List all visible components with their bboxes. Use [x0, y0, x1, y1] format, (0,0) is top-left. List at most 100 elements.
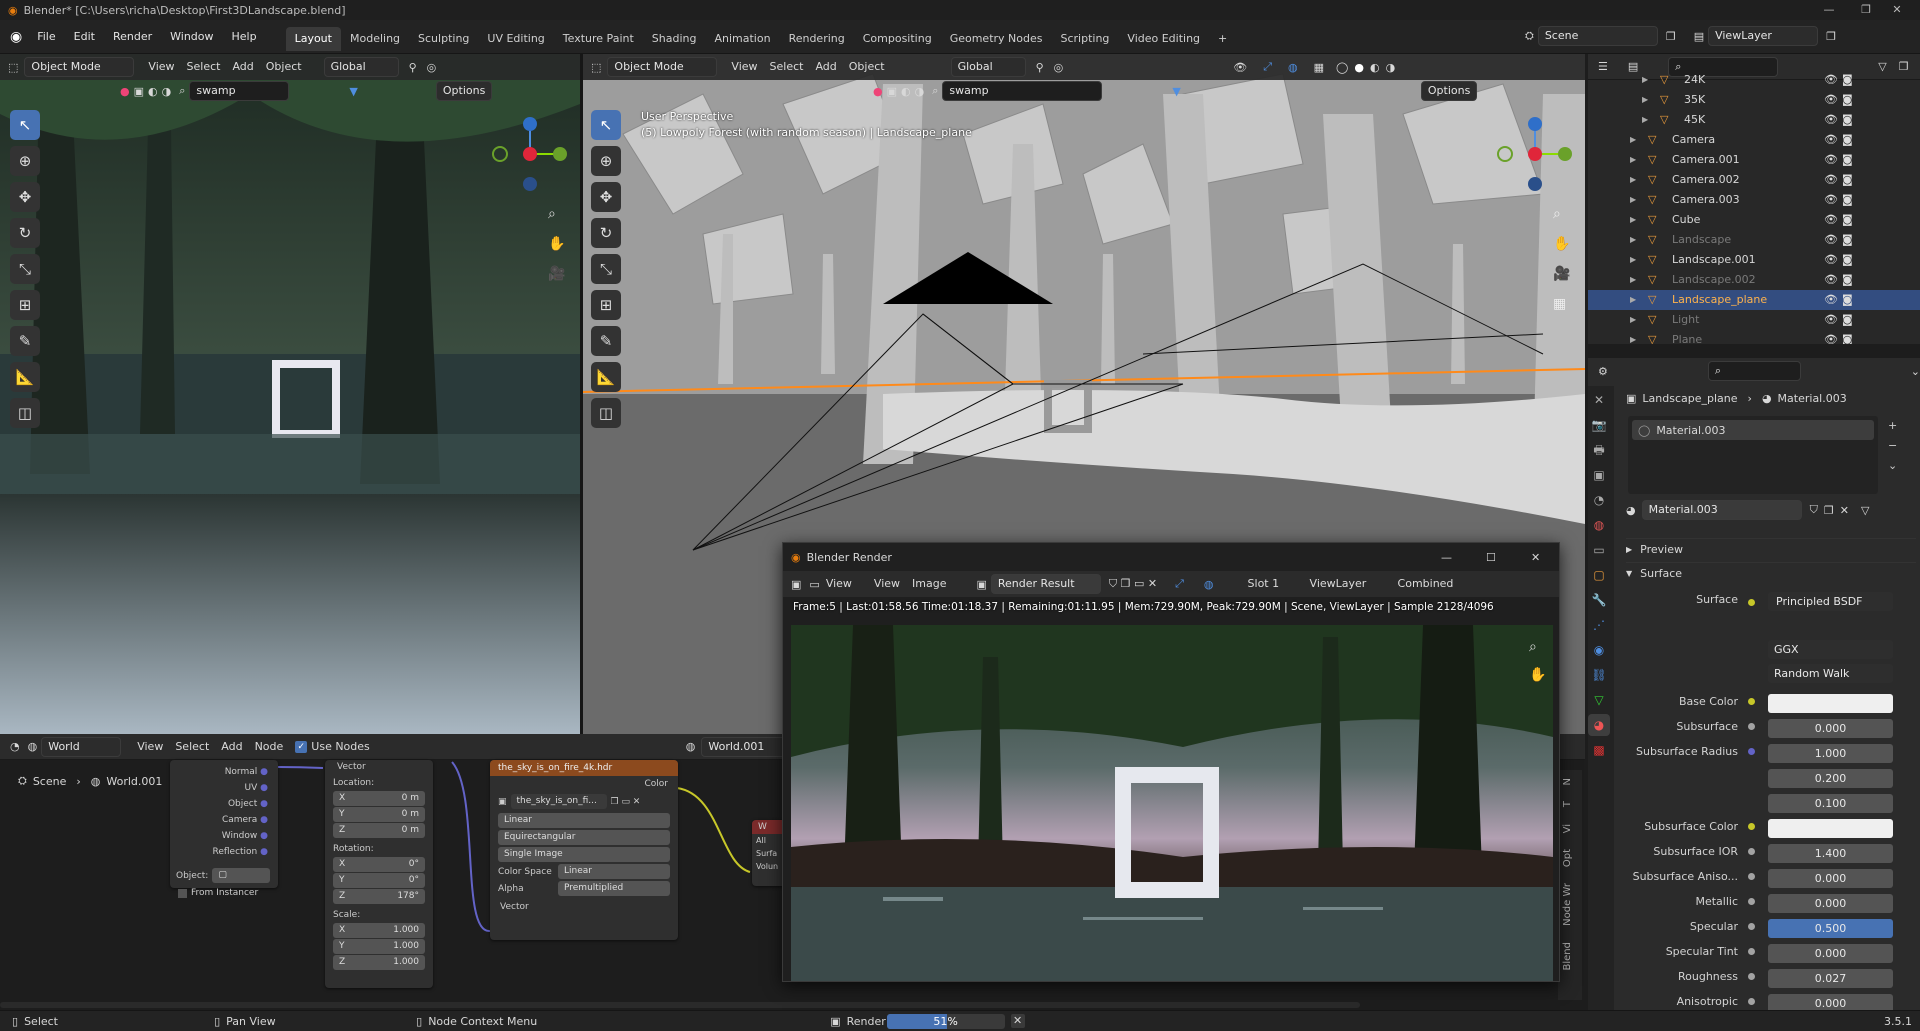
- render-pass-selector[interactable]: Combined: [1392, 574, 1460, 594]
- outliner-row[interactable]: ▶ ▽ Landscape.001 👁 ◙: [1588, 250, 1920, 270]
- menu-view[interactable]: View: [142, 57, 180, 77]
- view-layer-tab-icon[interactable]: ▣: [1588, 464, 1610, 486]
- shading-wire-icon[interactable]: ▣: [887, 85, 897, 98]
- expand-arrow-icon[interactable]: ▶: [1630, 310, 1636, 330]
- outliner-item-name[interactable]: Light: [1672, 310, 1699, 330]
- outliner-item-name[interactable]: Cube: [1672, 210, 1700, 230]
- render-close-button[interactable]: ✕: [1531, 551, 1540, 564]
- socket-icon[interactable]: ●: [260, 799, 268, 809]
- render-visibility-icon[interactable]: ◙: [1842, 130, 1853, 150]
- socket-icon[interactable]: [1748, 723, 1755, 730]
- outliner-item-name[interactable]: Plane: [1672, 330, 1702, 344]
- add-cube-tool-icon[interactable]: ◫: [591, 398, 621, 428]
- outliner-row[interactable]: ▶ ▽ Plane 👁 ◙: [1588, 330, 1920, 344]
- material-slots-list[interactable]: ◯ Material.003: [1628, 416, 1878, 494]
- rotate-tool-icon[interactable]: ↻: [591, 218, 621, 248]
- socket-icon[interactable]: [1748, 923, 1755, 930]
- expand-arrow-icon[interactable]: ▶: [1630, 130, 1636, 150]
- mapping-scl-field[interactable]: Y 1.000: [333, 939, 425, 954]
- expand-arrow-icon[interactable]: ▶: [1642, 110, 1648, 130]
- filter-icon[interactable]: ▼: [349, 85, 357, 98]
- eye-visibility-icon[interactable]: 👁: [1824, 110, 1838, 130]
- render-visibility-icon[interactable]: ◙: [1842, 170, 1853, 190]
- shading-wire-icon[interactable]: ◯: [1336, 61, 1348, 74]
- eye-visibility-icon[interactable]: 👁: [1824, 150, 1838, 170]
- scene-tab-icon[interactable]: ◔: [1588, 489, 1610, 511]
- texcoord-output-socket[interactable]: Reflection ●: [212, 844, 268, 860]
- measure-tool-icon[interactable]: 📐: [10, 362, 40, 392]
- proportional-icon[interactable]: ◎: [1054, 61, 1064, 74]
- texcoord-output-socket[interactable]: UV ●: [212, 780, 268, 796]
- zoom-icon[interactable]: ⌕: [1529, 633, 1546, 661]
- node-editor-hscrollbar[interactable]: [0, 1002, 1360, 1008]
- eye-visibility-icon[interactable]: 👁: [1824, 190, 1838, 210]
- blender-menu-icon[interactable]: ◉: [0, 29, 28, 45]
- tab-rendering[interactable]: Rendering: [780, 27, 854, 51]
- orientation-selector[interactable]: Global: [950, 57, 1026, 77]
- eye-visibility-icon[interactable]: 👁: [1824, 310, 1838, 330]
- socket-icon[interactable]: ●: [260, 831, 268, 841]
- viewlayer-selector[interactable]: ViewLayer: [1708, 26, 1819, 46]
- render-visibility-icon[interactable]: ◙: [1842, 290, 1853, 310]
- ortho-grid-icon[interactable]: ▦: [1553, 289, 1570, 319]
- menu-file[interactable]: File: [28, 20, 64, 54]
- property-value[interactable]: 1.400: [1768, 844, 1893, 863]
- collection-tab-icon[interactable]: ▭: [1588, 539, 1610, 561]
- outliner-row[interactable]: ▶ ▽ 35K 👁 ◙: [1588, 90, 1920, 110]
- shading-solid-icon[interactable]: ●: [1354, 61, 1364, 74]
- tab-shading[interactable]: Shading: [643, 27, 706, 51]
- outliner-row[interactable]: ▶ ▽ Camera.002 👁 ◙: [1588, 170, 1920, 190]
- add-cube-tool-icon[interactable]: ◫: [10, 398, 40, 428]
- env-node-title[interactable]: the_sky_is_on_fire_4k.hdr: [490, 760, 678, 776]
- tab-uv-editing[interactable]: UV Editing: [478, 27, 553, 51]
- world-tab-icon[interactable]: ◍: [1588, 514, 1610, 536]
- property-value[interactable]: 0.500: [1768, 919, 1893, 938]
- eye-visibility-icon[interactable]: 👁: [1824, 70, 1838, 90]
- tab-sculpting[interactable]: Sculpting: [409, 27, 478, 51]
- tab-modeling[interactable]: Modeling: [341, 27, 409, 51]
- shading-material-icon[interactable]: ◐: [901, 85, 911, 98]
- eye-visibility-icon[interactable]: 👁: [1824, 290, 1838, 310]
- expand-arrow-icon[interactable]: ▶: [1630, 190, 1636, 210]
- object-mode-selector[interactable]: Object Mode: [24, 57, 135, 77]
- socket-icon[interactable]: [1748, 848, 1755, 855]
- mapping-loc-field[interactable]: Y 0 m: [333, 807, 425, 822]
- shading-color-icon[interactable]: ●: [873, 85, 883, 98]
- surface-shader-selector[interactable]: Principled BSDF: [1768, 592, 1893, 611]
- socket-icon[interactable]: [1748, 748, 1755, 755]
- menu-image[interactable]: Image: [906, 574, 952, 594]
- mapping-node[interactable]: Vector Location: X0 mY0 mZ0 m Rotation: …: [325, 760, 433, 988]
- outliner-item-name[interactable]: Landscape: [1672, 230, 1731, 250]
- remove-slot-button[interactable]: −: [1888, 436, 1897, 456]
- expand-arrow-icon[interactable]: ▶: [1630, 150, 1636, 170]
- property-value[interactable]: 0.000: [1768, 869, 1893, 888]
- socket-icon[interactable]: [1748, 898, 1755, 905]
- expand-arrow-icon[interactable]: ▶: [1630, 210, 1636, 230]
- view-mode-icon[interactable]: ▭: [809, 578, 819, 591]
- image-browse-icon[interactable]: ▣: [976, 578, 986, 591]
- texcoord-output-socket[interactable]: Object ●: [212, 796, 268, 812]
- outliner-row[interactable]: ▶ ▽ Cube 👁 ◙: [1588, 210, 1920, 230]
- socket-icon[interactable]: [1748, 998, 1755, 1005]
- tool-tab-icon[interactable]: ✕: [1588, 389, 1610, 411]
- render-canvas[interactable]: Frame:5 | Last:01:58.56 Time:01:18.37 | …: [783, 597, 1559, 981]
- mapping-loc-field[interactable]: X 0 m: [333, 791, 425, 806]
- move-tool-icon[interactable]: ✥: [10, 182, 40, 212]
- overlay-toggle-icon[interactable]: ◍: [1204, 578, 1214, 591]
- gizmo-toggle-icon[interactable]: ⤢: [1175, 577, 1184, 591]
- navigation-gizmo[interactable]: [490, 114, 570, 194]
- menu-object[interactable]: Object: [260, 57, 308, 77]
- object-mode-selector[interactable]: Object Mode: [607, 57, 718, 77]
- material-link-icon[interactable]: ▽: [1861, 504, 1869, 517]
- eye-visibility-icon[interactable]: 👁: [1824, 210, 1838, 230]
- socket-icon[interactable]: ●: [260, 847, 268, 857]
- mapping-loc-field[interactable]: Z 0 m: [333, 823, 425, 838]
- render-minimize-button[interactable]: —: [1441, 551, 1452, 564]
- outliner-item-name[interactable]: Camera.002: [1672, 170, 1740, 190]
- outliner-item-name[interactable]: 45K: [1684, 110, 1705, 130]
- filter-icon[interactable]: ▼: [1172, 85, 1180, 98]
- outliner[interactable]: ☰ ▤ ⌕ ▽ ❐ ▶ ▽ 24K 👁 ◙ ▶ ▽ 35K 👁 ◙ ▶ ▽ 45K 👁 ◙ ▶ ▽ Camera 👁…: [1588, 54, 1920, 344]
- snap-icon[interactable]: ⚲: [1036, 61, 1044, 74]
- editor-type-icon[interactable]: ⬚: [591, 61, 601, 74]
- outliner-row[interactable]: ▶ ▽ Camera.003 👁 ◙: [1588, 190, 1920, 210]
